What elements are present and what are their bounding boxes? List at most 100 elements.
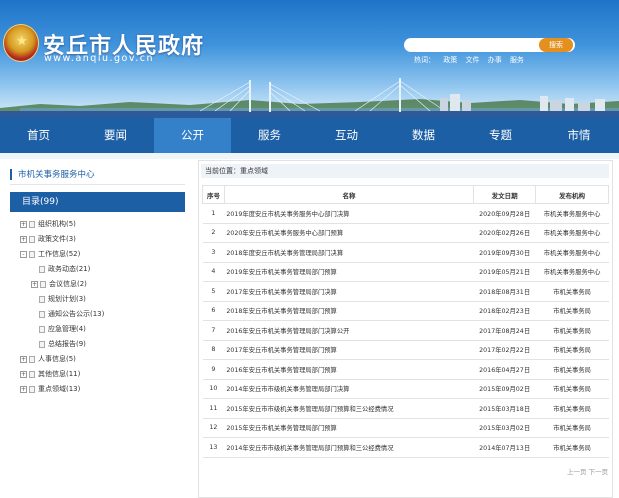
row-number: 10 xyxy=(202,378,225,399)
row-number: 11 xyxy=(202,398,225,419)
expand-icon[interactable]: + xyxy=(31,280,38,288)
table-row[interactable]: 8 2017年安丘市机关事务管理局部门预算 2017年02月22日 市机关事务局 xyxy=(202,339,609,360)
row-title-link[interactable]: 2018年安丘市机关事务管理局部门预算 xyxy=(224,300,474,321)
expand-icon[interactable]: + xyxy=(20,355,27,363)
row-title-link[interactable]: 2018年度安丘市机关事务管理局部门决算 xyxy=(224,242,474,263)
table-row[interactable]: 5 2017年安丘市机关事务管理局部门决算 2018年08月31日 市机关事务局 xyxy=(202,281,609,302)
nav-item-news[interactable]: 要闻 xyxy=(77,118,154,153)
nav-item-city-info[interactable]: 市情 xyxy=(539,118,619,153)
tree-item-label: 重点领域(13) xyxy=(38,385,81,393)
row-title-link[interactable]: 2016年安丘市机关事务管理局部门决算公开 xyxy=(224,320,474,341)
row-date: 2020年09月28日 xyxy=(473,203,536,224)
nav-item-service[interactable]: 服务 xyxy=(231,118,308,153)
table-row[interactable]: 4 2019年安丘市机关事务管理局部门预算 2019年05月21日 市机关事务服务中心 xyxy=(202,261,609,282)
row-title-link[interactable]: 2017年安丘市机关事务管理局部门决算 xyxy=(224,281,474,302)
row-title-link[interactable]: 2015年安丘市市级机关事务管理局部门预算和三公经费情况 xyxy=(224,398,474,419)
document-icon xyxy=(39,310,45,318)
row-date: 2015年03月18日 xyxy=(473,398,536,419)
search-input[interactable] xyxy=(409,39,539,51)
row-date: 2015年03月02日 xyxy=(473,417,536,438)
expand-icon[interactable]: + xyxy=(20,370,27,378)
row-title-link[interactable]: 2017年安丘市机关事务管理局部门预算 xyxy=(224,339,474,360)
row-number: 9 xyxy=(202,359,225,380)
row-date: 2014年07月13日 xyxy=(473,437,536,458)
nav-item-data[interactable]: 数据 xyxy=(385,118,462,153)
sidebar-title: 市机关事务服务中心 xyxy=(10,165,185,185)
row-org: 市机关事务局 xyxy=(535,281,609,302)
city-skyline-image xyxy=(0,78,619,118)
tree-item-label: 人事信息(5) xyxy=(38,355,76,363)
tree-item[interactable]: - 工作信息(52) xyxy=(20,248,80,260)
row-title-link[interactable]: 2014年安丘市市级机关事务管理局部门预算和三公经费情况 xyxy=(224,437,474,458)
tree-item[interactable]: + 政策文件(3) xyxy=(20,233,76,245)
tree-item-label: 会议信息(2) xyxy=(49,280,87,288)
hot-words: 热词： 政策 文件 办事 服务 xyxy=(414,55,530,65)
row-org: 市机关事务局 xyxy=(535,417,609,438)
tree-item[interactable]: 通知公告公示(13) xyxy=(39,308,104,320)
row-title-link[interactable]: 2019年度安丘市机关事务服务中心部门决算 xyxy=(224,203,474,224)
table-row[interactable]: 12 2015年安丘市机关事务管理局部门预算 2015年03月02日 市机关事务局 xyxy=(202,417,609,438)
table-row[interactable]: 1 2019年度安丘市机关事务服务中心部门决算 2020年09月28日 市机关事务服务… xyxy=(202,203,609,224)
row-date: 2015年09月02日 xyxy=(473,378,536,399)
national-emblem-icon: ★ xyxy=(3,24,39,62)
folder-icon xyxy=(29,370,35,378)
document-icon xyxy=(39,340,45,348)
tree-item[interactable]: 政务动态(21) xyxy=(39,263,90,275)
table-row[interactable]: 11 2015年安丘市市级机关事务管理局部门预算和三公经费情况 2015年03月18… xyxy=(202,398,609,419)
expand-icon[interactable]: + xyxy=(20,385,27,393)
nav-item-public[interactable]: 公开 xyxy=(154,118,231,153)
tree-item[interactable]: 规划计划(3) xyxy=(39,293,86,305)
tree-item[interactable]: 应急管理(4) xyxy=(39,323,86,335)
tree-item[interactable]: + 会议信息(2) xyxy=(31,278,87,290)
row-title-link[interactable]: 2014年安丘市市级机关事务管理局部门决算 xyxy=(224,378,474,399)
hot-word-link[interactable]: 政策 xyxy=(443,56,457,64)
row-date: 2016年04月27日 xyxy=(473,359,536,380)
hot-words-label: 热词： xyxy=(414,56,435,64)
row-date: 2019年05月21日 xyxy=(473,261,536,282)
row-title-link[interactable]: 2016年安丘市机关事务管理局部门预算 xyxy=(224,359,474,380)
tree-item[interactable]: + 其他信息(11) xyxy=(20,368,80,380)
tree-item[interactable]: + 人事信息(5) xyxy=(20,353,76,365)
row-number: 13 xyxy=(202,437,225,458)
table-row[interactable]: 9 2016年安丘市机关事务管理局部门预算 2016年04月27日 市机关事务局 xyxy=(202,359,609,380)
tree-item[interactable]: + 重点领域(13) xyxy=(20,383,80,395)
nav-item-home[interactable]: 首页 xyxy=(0,118,77,153)
table-row[interactable]: 7 2016年安丘市机关事务管理局部门决算公开 2017年08月24日 市机关事务局 xyxy=(202,320,609,341)
collapse-icon[interactable]: - xyxy=(20,250,27,258)
table-header-row: 序号 名称 发文日期 发布机构 xyxy=(202,185,609,204)
hot-word-link[interactable]: 文件 xyxy=(465,56,479,64)
row-number: 5 xyxy=(202,281,225,302)
folder-icon xyxy=(29,355,35,363)
catalog-header[interactable]: 目录(99) xyxy=(10,192,185,212)
main-nav: 首页 要闻 公开 服务 互动 数据 专题 市情 xyxy=(0,118,619,153)
row-title-link[interactable]: 2020年安丘市机关事务服务中心部门预算 xyxy=(224,222,474,243)
sidebar-title-marker xyxy=(10,169,12,180)
row-org: 市机关事务局 xyxy=(535,300,609,321)
hot-word-link[interactable]: 办事 xyxy=(488,56,502,64)
document-icon xyxy=(39,265,45,273)
prev-page-link[interactable]: 上一页 xyxy=(567,468,587,476)
row-title-link[interactable]: 2015年安丘市机关事务管理局部门预算 xyxy=(224,417,474,438)
hot-word-link[interactable]: 服务 xyxy=(510,56,524,64)
nav-item-topics[interactable]: 专题 xyxy=(462,118,539,153)
row-org: 市机关事务服务中心 xyxy=(535,203,609,224)
table-row[interactable]: 3 2018年度安丘市机关事务管理局部门决算 2019年09月30日 市机关事务服务中… xyxy=(202,242,609,263)
folder-icon xyxy=(29,235,35,243)
tree-item[interactable]: 总结报告(9) xyxy=(39,338,86,350)
tree-item-label: 工作信息(52) xyxy=(38,250,81,258)
site-url: www.anqiu.gov.cn xyxy=(44,53,155,64)
row-title-link[interactable]: 2019年安丘市机关事务管理局部门预算 xyxy=(224,261,474,282)
search-button[interactable]: 搜索 xyxy=(539,38,573,52)
document-table: 序号 名称 发文日期 发布机构 1 2019年度安丘市机关事务服务中心部门决算 20… xyxy=(202,185,609,458)
table-row[interactable]: 2 2020年安丘市机关事务服务中心部门预算 2020年02月26日 市机关事务服务中… xyxy=(202,222,609,243)
next-page-link[interactable]: 下一页 xyxy=(589,468,609,476)
table-row[interactable]: 6 2018年安丘市机关事务管理局部门预算 2018年02月23日 市机关事务局 xyxy=(202,300,609,321)
nav-item-interaction[interactable]: 互动 xyxy=(308,118,385,153)
row-number: 1 xyxy=(202,203,225,224)
table-row[interactable]: 10 2014年安丘市市级机关事务管理局部门决算 2015年09月02日 市机关事务局 xyxy=(202,378,609,399)
expand-icon[interactable]: + xyxy=(20,220,27,228)
tree-item[interactable]: + 组织机构(5) xyxy=(20,218,76,230)
expand-icon[interactable]: + xyxy=(20,235,27,243)
table-row[interactable]: 13 2014年安丘市市级机关事务管理局部门预算和三公经费情况 2014年07月13… xyxy=(202,437,609,458)
document-icon xyxy=(39,295,45,303)
